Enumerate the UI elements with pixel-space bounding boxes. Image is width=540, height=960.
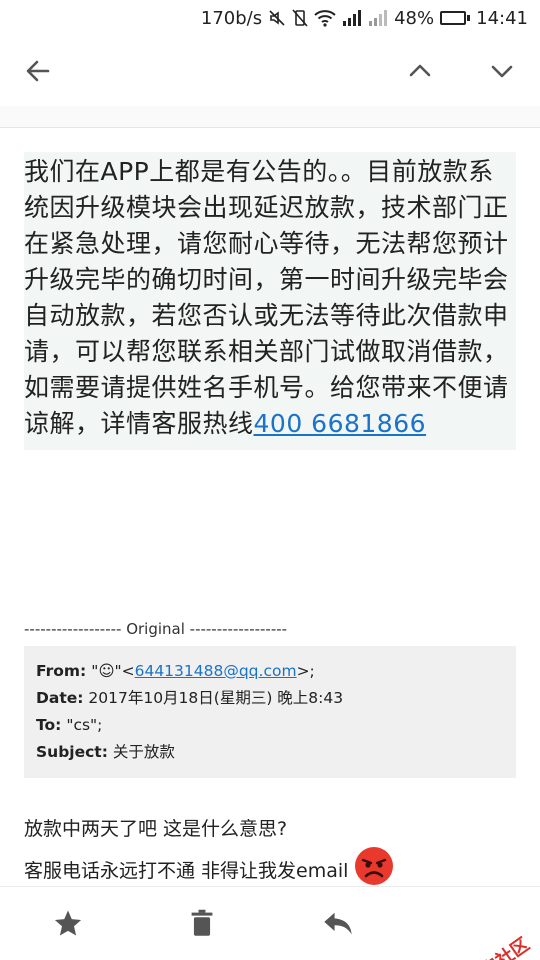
next-message-button[interactable] bbox=[484, 53, 520, 89]
battery-icon bbox=[440, 11, 471, 25]
signal-icon bbox=[342, 10, 362, 26]
date-label: Date: bbox=[36, 689, 84, 707]
trash-icon bbox=[191, 909, 213, 936]
chevron-up-icon bbox=[409, 64, 431, 77]
header-divider bbox=[0, 106, 540, 128]
quoted-message: 放款中两天了吧 这是什么意思? 客服电话永远打不通 非得让我发email bbox=[24, 812, 394, 897]
quoted-line-2-text: 客服电话永远打不通 非得让我发email bbox=[24, 860, 349, 882]
vibrate-off-icon bbox=[292, 9, 308, 27]
top-toolbar bbox=[0, 36, 540, 106]
from-suffix: >; bbox=[296, 662, 315, 680]
signal-weak-icon bbox=[368, 10, 388, 26]
wifi-icon bbox=[314, 9, 336, 27]
from-row: From: "☺"<644131488@qq.com>; bbox=[36, 658, 504, 685]
original-separator: ------------------ Original ------------… bbox=[24, 620, 288, 638]
reply-button[interactable] bbox=[320, 905, 356, 941]
delete-button[interactable] bbox=[184, 905, 220, 941]
from-email-link[interactable]: 644131488@qq.com bbox=[135, 662, 297, 680]
subject-row: Subject: 关于放款 bbox=[36, 739, 504, 766]
clock: 14:41 bbox=[476, 7, 528, 29]
battery-percent: 48% bbox=[394, 7, 435, 29]
subject-label: Subject: bbox=[36, 743, 108, 761]
message-body-text: 我们在APP上都是有公告的。。目前放款系统因升级模块会出现延迟放款，技术部门正在… bbox=[24, 157, 509, 438]
to-row: To: "cs"; bbox=[36, 712, 504, 739]
message-body: 我们在APP上都是有公告的。。目前放款系统因升级模块会出现延迟放款，技术部门正在… bbox=[24, 152, 516, 450]
message-text: 我们在APP上都是有公告的。。目前放款系统因升级模块会出现延迟放款，技术部门正在… bbox=[24, 154, 516, 442]
date-row: Date: 2017年10月18日(星期三) 晚上8:43 bbox=[36, 685, 504, 712]
watermark-text: 卡农社区 bbox=[460, 931, 534, 960]
hotline-link[interactable]: 400 6681866 bbox=[254, 409, 427, 438]
status-bar: 170b/s 48% 14:41 bbox=[0, 0, 540, 36]
to-label: To: bbox=[36, 716, 62, 734]
arrow-left-icon bbox=[26, 60, 50, 82]
bottom-action-bar: 卡农社区 bbox=[0, 886, 540, 960]
previous-message-button[interactable] bbox=[402, 53, 438, 89]
quoted-line-1: 放款中两天了吧 这是什么意思? bbox=[24, 818, 288, 840]
watermark: 卡农社区 bbox=[440, 931, 534, 960]
mute-icon bbox=[268, 9, 286, 27]
reply-icon bbox=[324, 912, 352, 935]
from-label: From: bbox=[36, 662, 87, 680]
star-icon bbox=[54, 910, 82, 936]
network-speed: 170b/s bbox=[200, 7, 263, 29]
date-value: 2017年10月18日(星期三) 晚上8:43 bbox=[88, 689, 344, 707]
star-button[interactable] bbox=[50, 905, 86, 941]
quoted-header: From: "☺"<644131488@qq.com>; Date: 2017年… bbox=[24, 646, 516, 778]
back-button[interactable] bbox=[20, 53, 56, 89]
from-name: "☺"< bbox=[91, 662, 135, 680]
chevron-down-icon bbox=[491, 65, 513, 78]
to-value: "cs"; bbox=[66, 716, 103, 734]
subject-value: 关于放款 bbox=[112, 743, 175, 761]
